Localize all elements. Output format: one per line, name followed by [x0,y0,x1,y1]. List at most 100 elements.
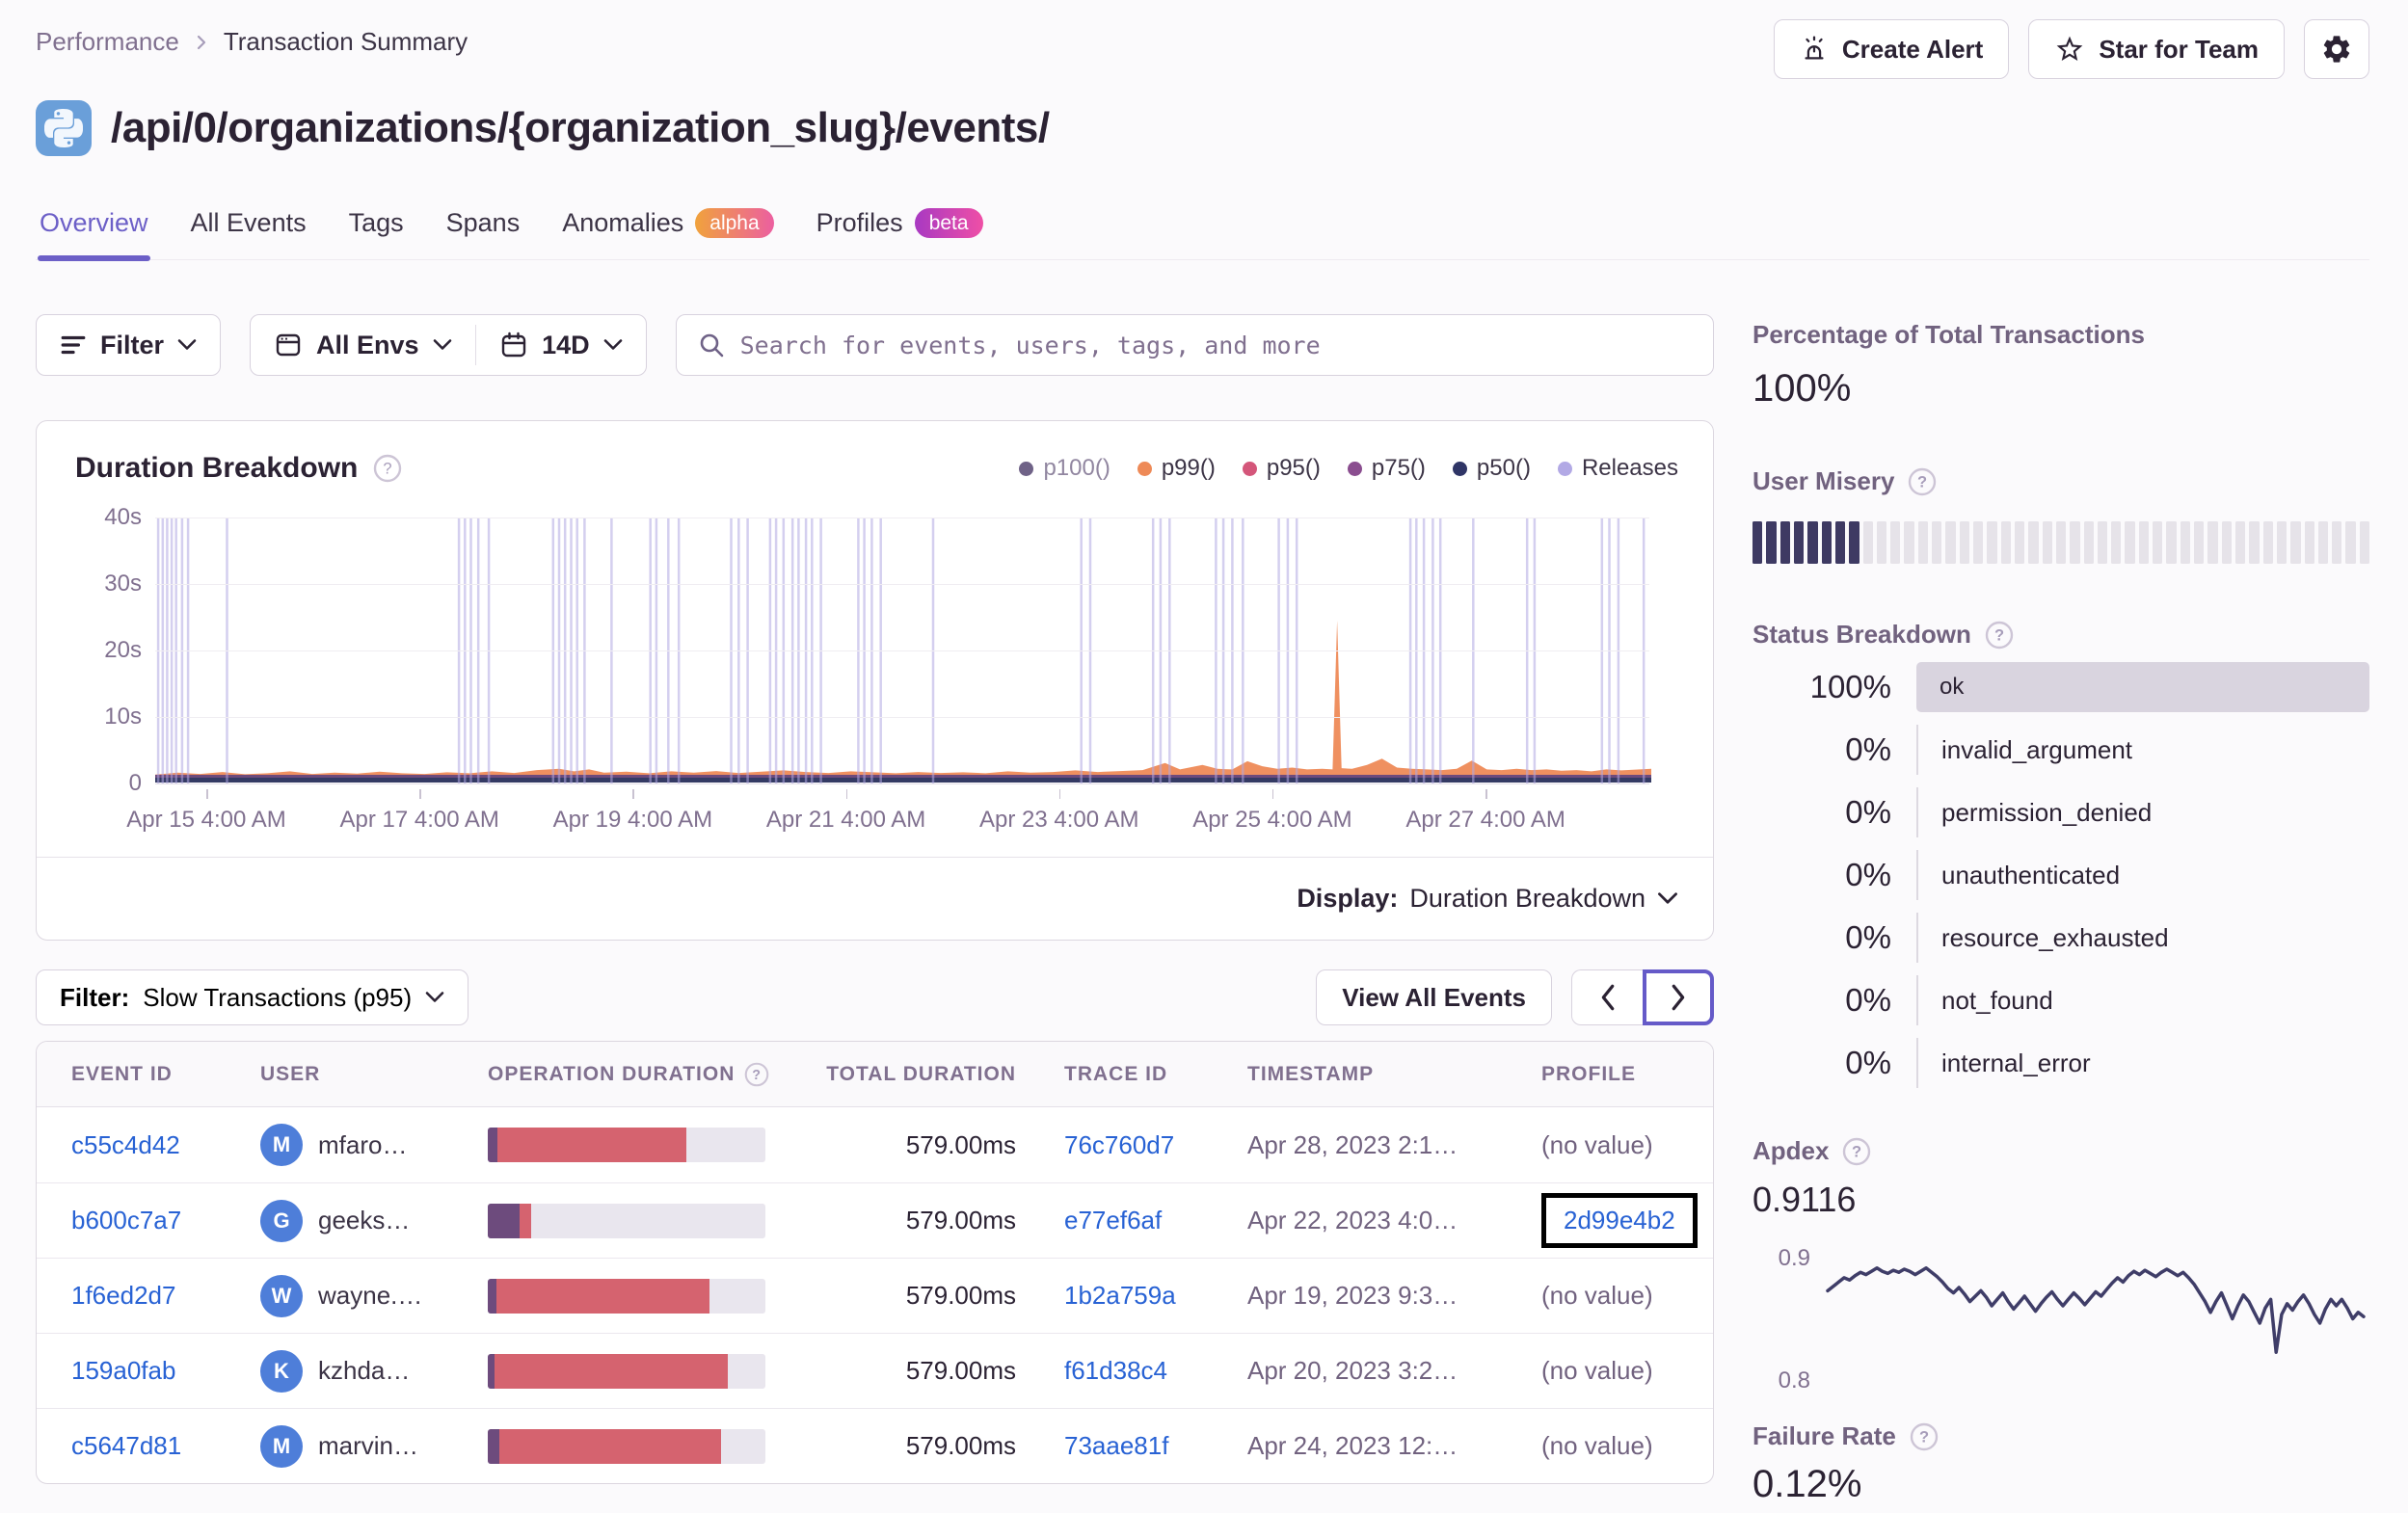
user-cell: Wwayne.… [260,1274,488,1317]
table-row: 159a0fab Kkzhda… 579.00ms f61d38c4 Apr 20, 2… [37,1333,1713,1408]
status-row-invalid_argument: 0% invalid_argument [1752,725,2369,775]
status-breakdown-list: 100% ok 0% invalid_argument 0% permission_den… [1752,662,2369,1088]
help-icon[interactable]: ? [1910,1422,1939,1451]
status-percent: 0% [1845,919,1891,955]
gear-icon [2320,33,2353,66]
legend-dot [1019,461,1034,476]
help-icon[interactable]: ? [1842,1137,1871,1166]
search-input[interactable] [739,331,1692,359]
status-percent: 100% [1809,669,1891,704]
chart-legend: p100() p99() p95() p75() p50() Releases [1019,455,1678,482]
pct-total-section: Percentage of Total Transactions 100% [1752,320,2369,411]
trace-id-link[interactable]: e77ef6af [1064,1206,1162,1235]
x-axis-tick [1058,789,1061,799]
tab-anomalies[interactable]: Anomalies alpha [560,202,775,259]
legend-dot [1557,461,1572,476]
avatar: G [260,1199,303,1242]
event-id-link[interactable]: b600c7a7 [71,1206,181,1235]
misery-tick [2166,521,2177,564]
trace-id-cell: e77ef6af [1035,1206,1218,1235]
column-header-total-duration: TOTAL DURATION [826,1062,1016,1085]
trace-id-link[interactable]: 73aae81f [1064,1431,1168,1461]
status-row-ok: 100% ok [1752,662,2369,712]
filter-label: Filter [100,330,165,359]
pct-total-title: Percentage of Total Transactions [1752,320,2145,349]
event-id-link[interactable]: 1f6ed2d7 [71,1281,175,1311]
help-icon[interactable]: ? [1908,467,1937,496]
tab-profiles[interactable]: Profiles beta [815,202,985,259]
trace-id-link[interactable]: f61d38c4 [1064,1356,1167,1386]
user-cell: Ggeeks… [260,1199,488,1242]
misery-tick [2221,521,2232,564]
duration-breakdown-panel: Duration Breakdown ? p100() p99() p95() p75… [36,420,1714,941]
event-id-link[interactable]: 159a0fab [71,1356,175,1386]
date-range-dropdown[interactable]: 14D [476,315,646,375]
tab-all-events[interactable]: All Events [189,202,308,259]
misery-tick [1932,521,1942,564]
total-duration-cell: 579.00ms [905,1129,1016,1159]
legend-item-p100[interactable]: p100() [1019,455,1110,482]
total-duration-cell: 579.00ms [905,1206,1016,1234]
status-percent: 0% [1845,857,1891,892]
tab-overview[interactable]: Overview [38,202,150,261]
status-label: invalid_argument [1916,725,2369,775]
help-icon[interactable]: ? [373,454,402,483]
filter-dropdown[interactable]: Filter [36,314,222,376]
next-page-button[interactable] [1643,969,1714,1025]
calendar-icon [499,331,528,359]
misery-tick [1821,521,1832,564]
column-header-user: USER [260,1062,321,1085]
selection-highlight-box: 2d99e4b2 [1541,1193,1698,1248]
misery-tick [2042,521,2052,564]
misery-tick [1752,521,1763,564]
legend-label: p95() [1266,455,1321,481]
misery-tick [1890,521,1901,564]
trace-id-link[interactable]: 1b2a759a [1064,1281,1176,1311]
help-icon[interactable]: ? [1985,621,2014,650]
x-axis-label: Apr 15 4:00 AM [126,807,286,833]
slow-transactions-filter-dropdown[interactable]: Filter: Slow Transactions (p95) [36,969,469,1025]
event-id-cell: b600c7a7 [71,1206,260,1235]
display-dropdown[interactable]: Display: Duration Breakdown [1297,884,1678,914]
tab-spans[interactable]: Spans [444,202,522,259]
apdex-axis-high: 0.9 [1778,1245,1810,1271]
event-id-link[interactable]: c5647d81 [71,1431,181,1461]
star-for-team-button[interactable]: Star for Team [2028,19,2285,79]
tab-label: Profiles [816,208,903,237]
gridline [155,650,1649,651]
profile-link[interactable]: 2d99e4b2 [1564,1206,1675,1235]
trace-id-link[interactable]: 76c760d7 [1064,1130,1174,1160]
operation-duration-cell [488,1128,825,1162]
create-alert-button[interactable]: Create Alert [1773,19,2010,79]
tab-tags[interactable]: Tags [347,202,406,259]
legend-label: Releases [1581,455,1678,481]
environment-dropdown[interactable]: All Envs [251,315,475,375]
legend-item-p75[interactable]: p75() [1347,455,1426,482]
misery-tick [1904,521,1914,564]
event-id-link[interactable]: c55c4d42 [71,1130,180,1160]
view-all-events-button[interactable]: View All Events [1316,969,1552,1025]
misery-tick [2070,521,2080,564]
misery-tick [1849,521,1860,564]
settings-button[interactable] [2304,19,2369,79]
user-name: marvin… [318,1431,419,1460]
operation-duration-cell [488,1203,825,1238]
x-axis-tick [419,789,421,799]
status-percent: 0% [1845,982,1891,1018]
filter-row: Filter All Envs 14D Search for events, u… [36,314,1714,376]
status-row-resource_exhausted: 0% resource_exhausted [1752,913,2369,963]
legend-item-Releases[interactable]: Releases [1557,455,1678,482]
breadcrumb-performance[interactable]: Performance [36,27,179,57]
date-range-label: 14D [542,330,590,359]
help-icon[interactable]: ? [744,1062,769,1087]
table-row: 1f6ed2d7 Wwayne.… 579.00ms 1b2a759a Apr 19, … [37,1258,1713,1333]
previous-page-button[interactable] [1571,969,1643,1025]
legend-item-p95[interactable]: p95() [1242,455,1321,482]
legend-item-p50[interactable]: p50() [1452,455,1531,482]
legend-item-p99[interactable]: p99() [1137,455,1216,482]
operation-duration-cell [488,1353,825,1389]
legend-dot [1452,461,1467,476]
event-id-cell: 159a0fab [71,1356,260,1386]
legend-label: p99() [1161,455,1216,481]
operation-duration-bar [488,1128,765,1162]
